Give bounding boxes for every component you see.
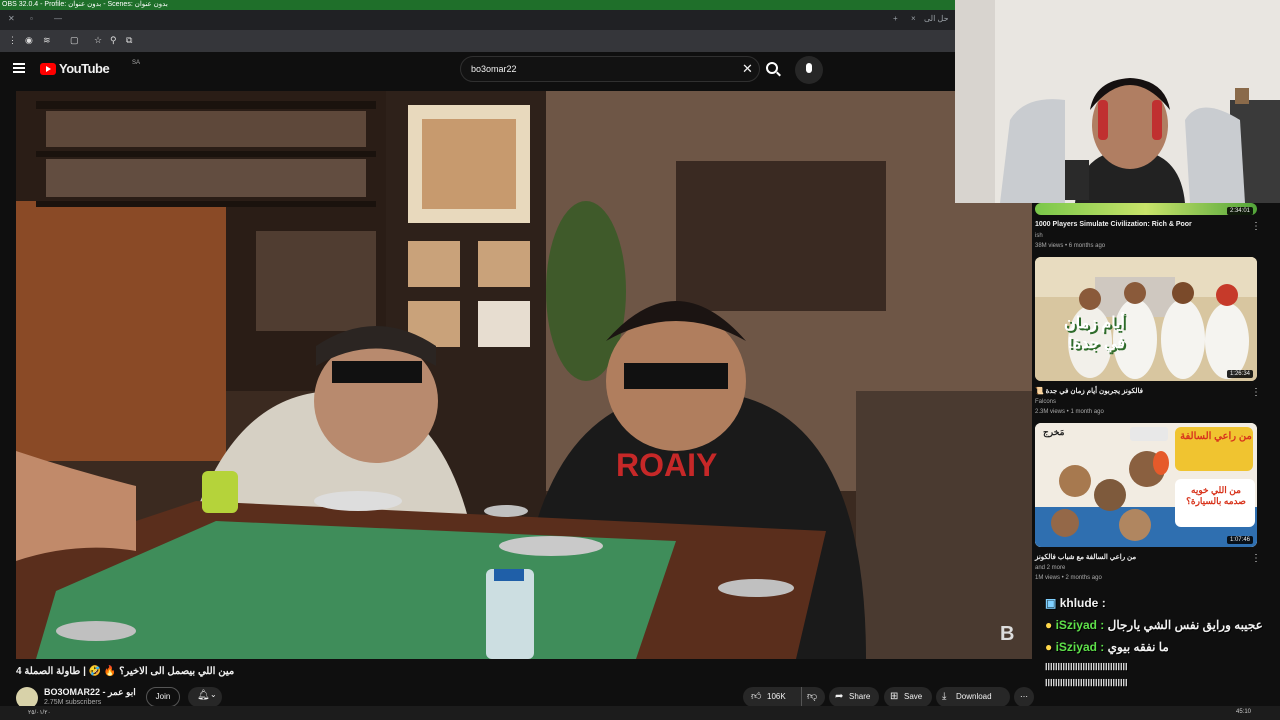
- chevron-down-icon: ⌄: [210, 690, 217, 699]
- browser-tab-bar: ✕ ▫ — + × حل الى: [0, 10, 955, 30]
- search-input[interactable]: bo3omar22 ✕: [460, 56, 760, 82]
- video-player[interactable]: ROAIY B: [16, 91, 1032, 659]
- related-title-2[interactable]: فالكونز يجربون أيام زمان في جدة 📜: [1035, 387, 1250, 395]
- browser-toolbar: ⋮ ◉ ≋ ▢ ☆ ⚲ ⧉: [0, 30, 955, 52]
- duration-badge: 1:07:46: [1226, 536, 1253, 544]
- chat-badge-icon: ●: [1045, 640, 1053, 654]
- download-label: Download: [956, 692, 992, 701]
- extension-icon[interactable]: ≋: [43, 35, 51, 46]
- stream-chat-overlay: ▣ khlude : ● iSziyad : عجيبه ورايق نفس ا…: [1035, 592, 1280, 704]
- chat-line: ▣ khlude :: [1045, 596, 1106, 610]
- webcam-overlay: [955, 0, 1280, 203]
- playlist-add-icon: ⊞: [890, 691, 899, 702]
- taskbar-date: ٢٥/٠١/٢٠: [28, 710, 51, 716]
- chat-badge-icon: ●: [1045, 618, 1053, 632]
- svg-text:ROAIY: ROAIY: [616, 447, 717, 483]
- chat-user: iSziyad :: [1055, 618, 1105, 632]
- thumbnail-caption-bottom: من اللي خويه صدمه بالسيارة؟: [1186, 485, 1246, 506]
- video-frame: ROAIY: [16, 91, 1032, 659]
- logo-text: YouTube: [59, 61, 110, 76]
- install-icon[interactable]: ⧉: [126, 35, 132, 46]
- thumbs-down-icon[interactable]: 👎︎: [807, 687, 817, 707]
- search-value: bo3omar22: [471, 64, 517, 74]
- video-title: مين اللي بيصمل الى الاخير؟ 🔥 🤣 | طاولة ا…: [16, 666, 235, 677]
- bell-icon: 🔔︎: [197, 690, 210, 701]
- chat-user: khlude :: [1059, 596, 1106, 610]
- chat-badge-icon: ▣: [1045, 596, 1057, 610]
- divider: [801, 687, 802, 707]
- related-thumbnail-2[interactable]: أيام زمان في جدة! 1:26:34: [1035, 257, 1257, 381]
- related-title-1[interactable]: 1000 Players Simulate Civilization: Rich…: [1035, 221, 1250, 228]
- more-options-icon[interactable]: ⋮: [1251, 387, 1261, 398]
- restore-icon[interactable]: ▫: [30, 14, 33, 23]
- menu-dots-icon[interactable]: ⋮: [8, 35, 17, 46]
- download-button[interactable]: ⤓ Download: [936, 687, 1010, 707]
- related-channel-2[interactable]: Falcons: [1035, 399, 1056, 405]
- share-icon: ➦: [835, 691, 844, 702]
- join-button[interactable]: Join: [146, 687, 180, 707]
- chat-message: ما نفقه بيوي: [1107, 640, 1169, 654]
- minimize-icon[interactable]: —: [54, 14, 62, 23]
- related-channel-1[interactable]: ish: [1035, 233, 1043, 239]
- like-dislike-group: 👍︎ 106K 👎︎: [743, 687, 825, 707]
- subscriber-count: 2.75M subscribers: [44, 699, 102, 706]
- related-channel-3[interactable]: and 2 more: [1035, 565, 1065, 571]
- chat-message: عجيبه ورايق نفس الشي يارجال: [1107, 618, 1263, 632]
- youtube-play-icon: [40, 62, 56, 75]
- more-options-icon[interactable]: ⋮: [1251, 553, 1261, 564]
- share-button[interactable]: ➦ Share: [829, 687, 879, 707]
- obs-title-bar: OBS 32.0.4 - Profile: بدون عنوان - Scene…: [0, 0, 955, 10]
- new-tab-button[interactable]: +: [893, 14, 898, 23]
- thumbnail-caption-top: من راعي السالفة: [1180, 431, 1252, 442]
- related-meta-3: 1M views • 2 months ago: [1035, 575, 1102, 581]
- mic-icon[interactable]: [795, 56, 823, 84]
- duration-badge: 2:34:01: [1226, 207, 1253, 215]
- thumbnail-brand: مَخرج: [1043, 427, 1065, 437]
- related-meta-1: 38M views • 6 months ago: [1035, 243, 1106, 249]
- save-button[interactable]: ⊞ Save: [884, 687, 932, 707]
- chat-spam-line: ااااااااااااااااااااااااااااااااا: [1045, 662, 1129, 672]
- clear-search-icon[interactable]: ✕: [742, 61, 753, 77]
- save-label: Save: [904, 692, 923, 701]
- close-window-icon[interactable]: ✕: [8, 14, 15, 23]
- taskbar: ٢٥/٠١/٢٠ 45:10: [0, 706, 1280, 720]
- search-icon[interactable]: [766, 62, 778, 74]
- star-icon[interactable]: ☆: [94, 35, 102, 46]
- channel-name[interactable]: BO3OMAR22 - ابو عمر: [44, 687, 136, 698]
- channel-watermark: B: [1000, 623, 1015, 645]
- zoom-icon[interactable]: ⚲: [110, 35, 117, 46]
- more-actions-button[interactable]: ⋯: [1014, 687, 1034, 707]
- thumbnail-caption: أيام زمان في جدة!: [1063, 315, 1125, 352]
- chat-user: iSziyad :: [1055, 640, 1105, 654]
- close-tab-button[interactable]: ×: [911, 14, 916, 23]
- chat-line: ● iSziyad : عجيبه ورايق نفس الشي يارجال: [1045, 618, 1263, 632]
- tab-label[interactable]: حل الى: [924, 14, 949, 23]
- more-options-icon[interactable]: ⋮: [1251, 221, 1261, 232]
- related-thumbnail-3[interactable]: من راعي السالفة من اللي خويه صدمه بالسيا…: [1035, 423, 1257, 547]
- webcam-frame: [955, 0, 1280, 203]
- related-title-3[interactable]: من راعي السالفة مع شباب فالكونز: [1035, 553, 1250, 561]
- profile-icon[interactable]: ◉: [25, 35, 33, 46]
- tab-search-icon[interactable]: ▢: [70, 35, 79, 46]
- taskbar-time: 45:10: [1236, 709, 1252, 715]
- youtube-logo[interactable]: YouTube SA: [40, 60, 140, 76]
- share-label: Share: [849, 692, 871, 701]
- youtube-header: YouTube SA bo3omar22 ✕: [0, 52, 1035, 88]
- thumbs-up-icon[interactable]: 👍︎: [751, 687, 761, 707]
- related-meta-2: 2.3M views • 1 month ago: [1035, 409, 1104, 415]
- like-count[interactable]: 106K: [767, 687, 786, 707]
- subscribe-bell-button[interactable]: 🔔︎ ⌄: [188, 687, 222, 707]
- related-thumbnail-1[interactable]: 2:34:01: [1035, 203, 1257, 215]
- obs-title: OBS 32.0.4 - Profile: بدون عنوان - Scene…: [2, 1, 168, 8]
- chat-spam-line: ااااااااااااااااااااااااااااااااا: [1045, 678, 1129, 688]
- download-icon: ⤓: [942, 691, 947, 702]
- duration-badge: 1:26:34: [1226, 370, 1253, 378]
- chat-line: ● iSziyad : ما نفقه بيوي: [1045, 640, 1169, 654]
- logo-country: SA: [132, 60, 141, 66]
- hamburger-menu-icon[interactable]: [13, 63, 25, 73]
